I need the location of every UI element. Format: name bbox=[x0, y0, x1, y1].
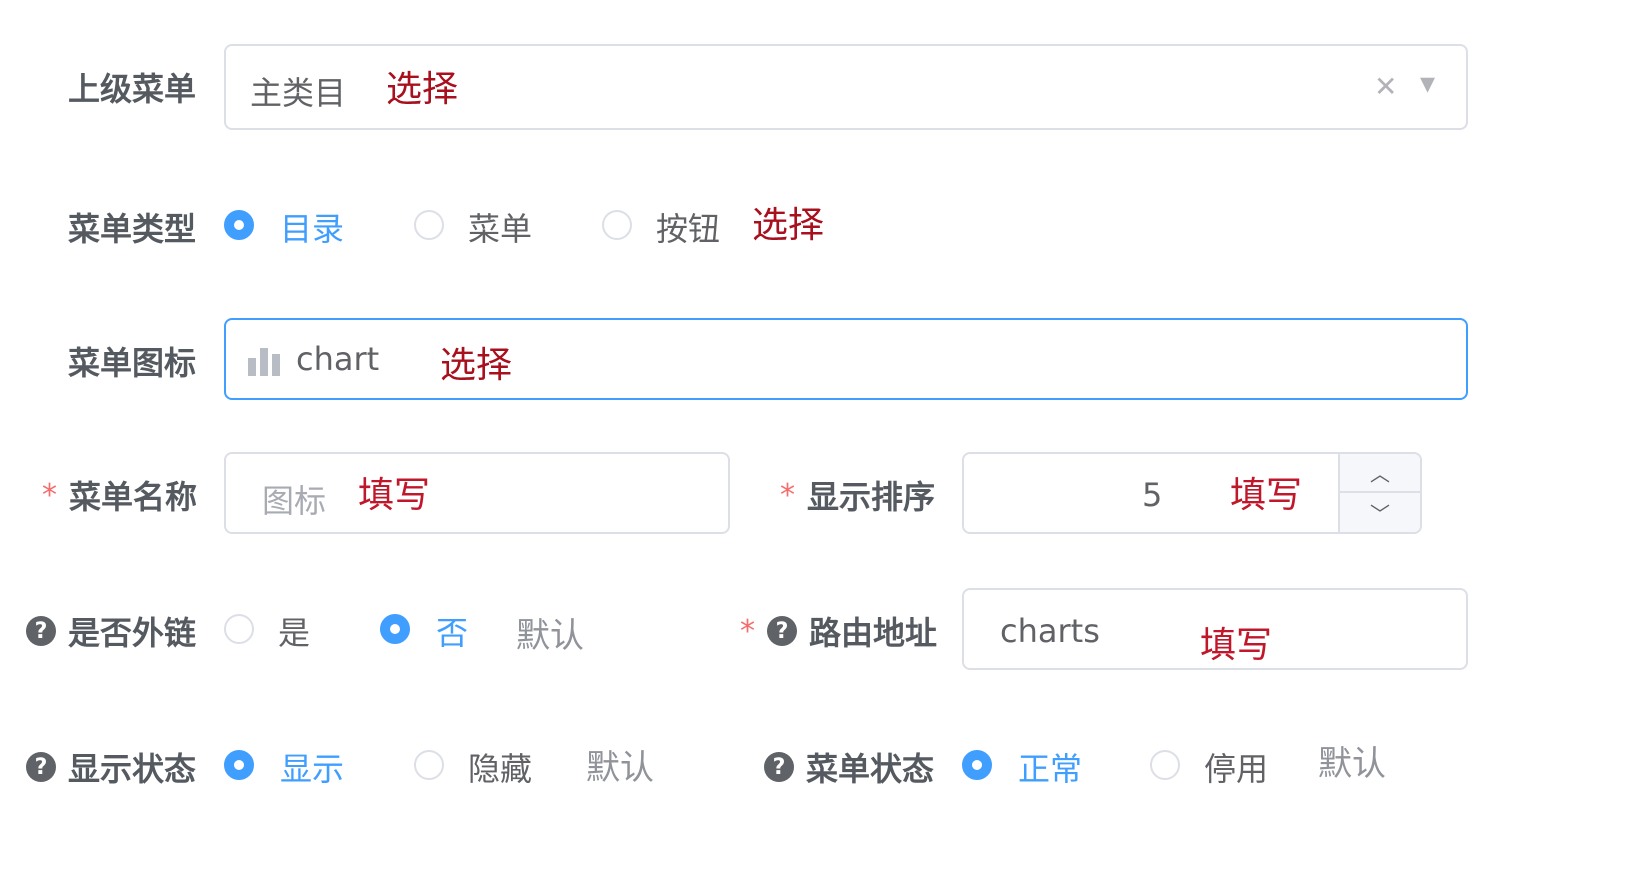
route-path-input[interactable]: charts 填写 bbox=[962, 588, 1468, 670]
chevron-down-icon: ﹀ bbox=[1370, 502, 1390, 526]
parent-menu-select[interactable]: 主类目 选择 ✕ ▾ bbox=[224, 44, 1468, 130]
radio-menu-type-directory[interactable] bbox=[224, 210, 254, 240]
radio-status-normal[interactable] bbox=[962, 750, 992, 780]
menu-type-label-text: 菜单类型 bbox=[68, 210, 197, 248]
radio-visible-hide[interactable] bbox=[414, 750, 444, 780]
radio-label-button[interactable]: 按钮 bbox=[656, 204, 720, 250]
required-mark: * bbox=[42, 477, 57, 513]
help-icon[interactable]: ? bbox=[26, 616, 56, 646]
menu-name-input[interactable]: 图标 填写 bbox=[224, 452, 730, 534]
required-mark: * bbox=[780, 477, 795, 513]
parent-menu-value: 主类目 bbox=[250, 74, 347, 112]
chevron-up-icon: ︿ bbox=[1370, 462, 1390, 486]
is-external-hint: 默认 bbox=[516, 616, 584, 656]
radio-menu-type-menu[interactable] bbox=[414, 210, 444, 240]
radio-visible-show[interactable] bbox=[224, 750, 254, 780]
menu-status-label: ? 菜单状态 bbox=[764, 744, 934, 790]
is-external-label: ? 是否外链 bbox=[26, 608, 196, 654]
menu-name-label-text: 菜单名称 bbox=[69, 478, 198, 516]
radio-label-show[interactable]: 显示 bbox=[280, 744, 344, 790]
parent-menu-label-text: 上级菜单 bbox=[68, 70, 197, 108]
display-order-annotation: 填写 bbox=[1230, 475, 1303, 516]
help-icon[interactable]: ? bbox=[767, 616, 797, 646]
menu-name-value: 图标 bbox=[262, 482, 327, 520]
menu-icon-value: chart bbox=[296, 340, 380, 378]
radio-external-no[interactable] bbox=[380, 614, 410, 644]
help-icon[interactable]: ? bbox=[764, 752, 794, 782]
display-order-value: 5 bbox=[1142, 476, 1163, 514]
visible-status-hint: 默认 bbox=[586, 748, 654, 788]
menu-status-label-text: 菜单状态 bbox=[806, 750, 935, 788]
clear-icon[interactable]: ✕ bbox=[1374, 70, 1397, 103]
menu-icon-label: 菜单图标 bbox=[68, 338, 196, 384]
radio-external-yes[interactable] bbox=[224, 614, 254, 644]
parent-menu-label: 上级菜单 bbox=[68, 64, 196, 110]
increment-button[interactable]: ︿ bbox=[1340, 454, 1420, 493]
menu-name-label: * 菜单名称 bbox=[42, 472, 197, 518]
route-path-value: charts bbox=[1000, 612, 1100, 650]
visible-status-label-text: 显示状态 bbox=[68, 750, 197, 788]
help-icon[interactable]: ? bbox=[26, 752, 56, 782]
radio-label-hide[interactable]: 隐藏 bbox=[468, 744, 532, 790]
visible-status-label: ? 显示状态 bbox=[26, 744, 196, 790]
stepper-controls: ︿ ﹀ bbox=[1338, 454, 1420, 532]
route-path-label: * ? 路由地址 bbox=[740, 608, 937, 654]
menu-icon-label-text: 菜单图标 bbox=[68, 344, 197, 382]
required-mark: * bbox=[740, 613, 755, 649]
menu-icon-input[interactable]: chart 选择 bbox=[224, 318, 1468, 400]
menu-name-annotation: 填写 bbox=[358, 475, 431, 516]
radio-label-directory[interactable]: 目录 bbox=[280, 204, 344, 250]
display-order-label-text: 显示排序 bbox=[807, 478, 936, 516]
menu-status-hint: 默认 bbox=[1318, 744, 1386, 784]
menu-type-annotation: 选择 bbox=[752, 205, 825, 246]
radio-menu-type-button[interactable] bbox=[602, 210, 632, 240]
parent-menu-annotation: 选择 bbox=[386, 69, 459, 110]
menu-icon-annotation: 选择 bbox=[440, 345, 513, 386]
bar-chart-icon bbox=[248, 348, 280, 376]
decrement-button[interactable]: ﹀ bbox=[1340, 493, 1420, 532]
route-path-label-text: 路由地址 bbox=[809, 614, 938, 652]
radio-label-normal[interactable]: 正常 bbox=[1018, 744, 1082, 790]
is-external-label-text: 是否外链 bbox=[68, 614, 197, 652]
chevron-down-icon[interactable]: ▾ bbox=[1420, 66, 1435, 101]
display-order-label: * 显示排序 bbox=[780, 472, 935, 518]
route-path-annotation: 填写 bbox=[1200, 625, 1273, 666]
menu-type-label: 菜单类型 bbox=[68, 204, 196, 250]
radio-label-disabled[interactable]: 停用 bbox=[1204, 744, 1268, 790]
display-order-stepper[interactable]: 5 填写 ︿ ﹀ bbox=[962, 452, 1422, 534]
radio-status-disabled[interactable] bbox=[1150, 750, 1180, 780]
radio-label-no[interactable]: 否 bbox=[436, 608, 468, 654]
radio-label-yes[interactable]: 是 bbox=[278, 608, 310, 654]
radio-label-menu[interactable]: 菜单 bbox=[468, 204, 532, 250]
